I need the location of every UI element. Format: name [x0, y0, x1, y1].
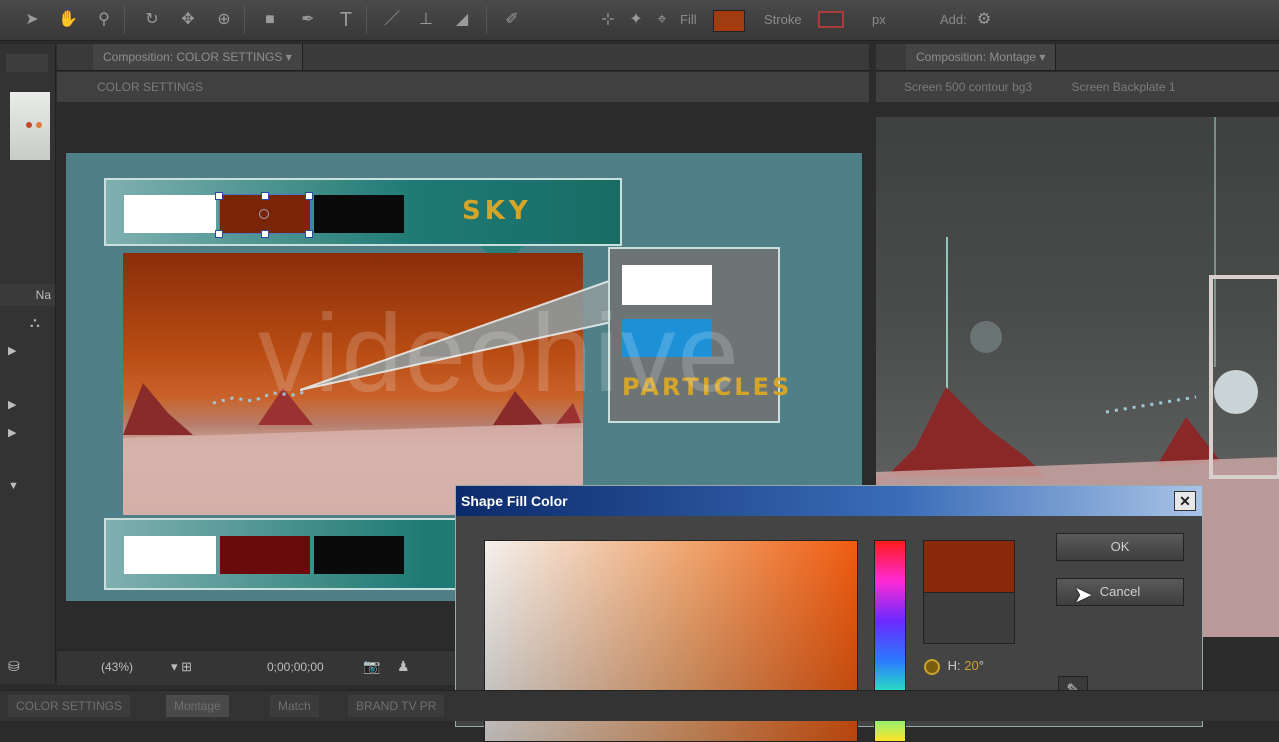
stroke-color-swatch[interactable] — [818, 11, 844, 28]
expand-arrow-icon[interactable]: ▶ — [8, 398, 16, 411]
view-axis-icon[interactable]: ⌖ — [650, 8, 674, 32]
timeline-tab[interactable]: COLOR SETTINGS — [8, 695, 131, 717]
ground-swatch-1[interactable] — [124, 536, 216, 574]
ground-swatch-2[interactable] — [220, 536, 310, 574]
toolbar-divider — [366, 6, 367, 34]
breadcrumb[interactable]: COLOR SETTINGS — [97, 80, 203, 94]
sky-swatch-3[interactable] — [314, 195, 404, 233]
rotate-tool-icon[interactable]: ↻ — [140, 8, 164, 32]
sky-swatch-1[interactable] — [124, 195, 216, 233]
thumbnail-dot — [26, 122, 32, 128]
hue-label: H: — [947, 658, 961, 673]
dialog-titlebar[interactable]: Shape Fill Color ✕ — [456, 486, 1202, 516]
tab-color-settings[interactable]: Composition: COLOR SETTINGS ▾ — [93, 44, 303, 70]
hue-radio[interactable] — [924, 658, 940, 675]
new-color-swatch — [923, 540, 1015, 594]
selection-handle[interactable] — [215, 192, 223, 200]
dialog-title: Shape Fill Color — [461, 493, 568, 509]
interpret-footage-icon[interactable]: ⛁ — [8, 658, 20, 675]
breadcrumb-item[interactable]: Screen Backplate 1 — [1071, 80, 1175, 94]
hue-value[interactable]: 20 — [964, 658, 978, 673]
toolbar-divider — [244, 6, 245, 34]
rectangle-tool-icon[interactable]: ■ — [258, 8, 282, 32]
timeline-tabbar: COLOR SETTINGS Montage Match BRAND TV PR — [0, 690, 1279, 721]
selection-handle[interactable] — [261, 230, 269, 238]
world-axis-icon[interactable]: ✦ — [624, 8, 648, 32]
selection-handle[interactable] — [261, 192, 269, 200]
fill-color-swatch[interactable] — [713, 10, 745, 32]
resolution-icon[interactable]: ▾ ⊞ — [171, 659, 192, 675]
show-channel-icon[interactable]: ♟ — [397, 658, 410, 675]
sky-color-card[interactable]: SKY — [104, 178, 622, 246]
selection-handle[interactable] — [215, 230, 223, 238]
thumbnail-dot — [36, 122, 42, 128]
tab-montage[interactable]: Composition: Montage ▾ — [906, 44, 1057, 70]
eraser-tool-icon[interactable]: ◢ — [450, 8, 474, 32]
tab-label: Composition: Montage — [916, 50, 1037, 64]
timeline-tab[interactable]: Match — [270, 695, 319, 717]
breadcrumb-item[interactable]: Screen 500 contour bg3 — [904, 80, 1032, 94]
pan-behind-tool-icon[interactable]: ⊕ — [212, 8, 236, 32]
mouse-cursor-icon: ➤ — [1074, 582, 1093, 607]
panel-menu-icon[interactable] — [6, 54, 48, 72]
close-icon[interactable]: ✕ — [1174, 491, 1196, 511]
brush-tool-icon[interactable]: ／ — [380, 8, 404, 32]
fill-label: Fill — [680, 12, 697, 27]
anchor-point-icon[interactable] — [259, 209, 269, 219]
axis-mode-icon[interactable]: ⊹ — [596, 8, 620, 32]
hand-tool-icon[interactable]: ✋ — [56, 8, 80, 32]
timeline-tab[interactable]: BRAND TV PR — [348, 695, 445, 717]
zoom-tool-icon[interactable]: ⚲ — [92, 8, 116, 32]
footage-thumbnail[interactable] — [10, 92, 50, 160]
ok-button[interactable]: OK — [1056, 533, 1184, 561]
hue-field-row: H: 20° — [924, 658, 984, 675]
expand-arrow-icon[interactable]: ▶ — [8, 344, 16, 357]
original-color-swatch[interactable] — [923, 592, 1015, 644]
toolbar-divider — [486, 6, 487, 34]
expand-arrow-icon[interactable]: ▶ — [8, 426, 16, 439]
watermark: videohive — [258, 292, 741, 415]
type-tool-icon[interactable]: T — [334, 8, 358, 32]
right-panel-tabbar: Composition: Montage ▾ — [876, 44, 1279, 71]
add-shape-icon[interactable]: ⚙ — [972, 8, 996, 32]
add-label: Add: — [940, 12, 967, 27]
roto-brush-tool-icon[interactable]: ✐ — [500, 8, 524, 32]
right-breadcrumb-bar: Screen 500 contour bg3 Screen Backplate … — [876, 72, 1279, 102]
comp-panel-tabbar: Composition: COLOR SETTINGS ▾ — [57, 44, 869, 71]
comp-breadcrumb-bar: COLOR SETTINGS — [57, 72, 869, 102]
ground-swatch-3[interactable] — [314, 536, 404, 574]
stroke-label: Stroke — [764, 12, 802, 27]
hue-unit: ° — [978, 658, 984, 673]
collapse-arrow-icon[interactable]: ▼ — [8, 480, 19, 492]
snapshot-icon[interactable]: 📷 — [363, 658, 380, 675]
name-column-header[interactable]: Na — [0, 284, 55, 306]
clone-stamp-tool-icon[interactable]: ⊥ — [414, 8, 438, 32]
toolbar: ➤ ✋ ⚲ ↻ ✥ ⊕ ■ ✒ T ／ ⊥ ◢ ✐ ⊹ ✦ ⌖ Fill Str… — [0, 0, 1279, 41]
timecode[interactable]: 0;00;00;00 — [267, 660, 324, 674]
selection-handle[interactable] — [305, 230, 313, 238]
zoom-dropdown[interactable]: (43%) — [101, 660, 133, 674]
sky-label: SKY — [462, 196, 532, 226]
camera-tool-icon[interactable]: ✥ — [176, 8, 200, 32]
selection-handle[interactable] — [305, 192, 313, 200]
tab-label: Composition: COLOR SETTINGS — [103, 50, 283, 64]
pen-tool-icon[interactable]: ✒ — [296, 8, 320, 32]
selection-tool-icon[interactable]: ➤ — [20, 8, 44, 32]
timeline-tab[interactable]: Montage — [166, 695, 229, 717]
stroke-width-unit[interactable]: px — [872, 12, 886, 27]
flowchart-icon[interactable]: ⛬ — [30, 314, 40, 331]
toolbar-divider — [124, 6, 125, 34]
